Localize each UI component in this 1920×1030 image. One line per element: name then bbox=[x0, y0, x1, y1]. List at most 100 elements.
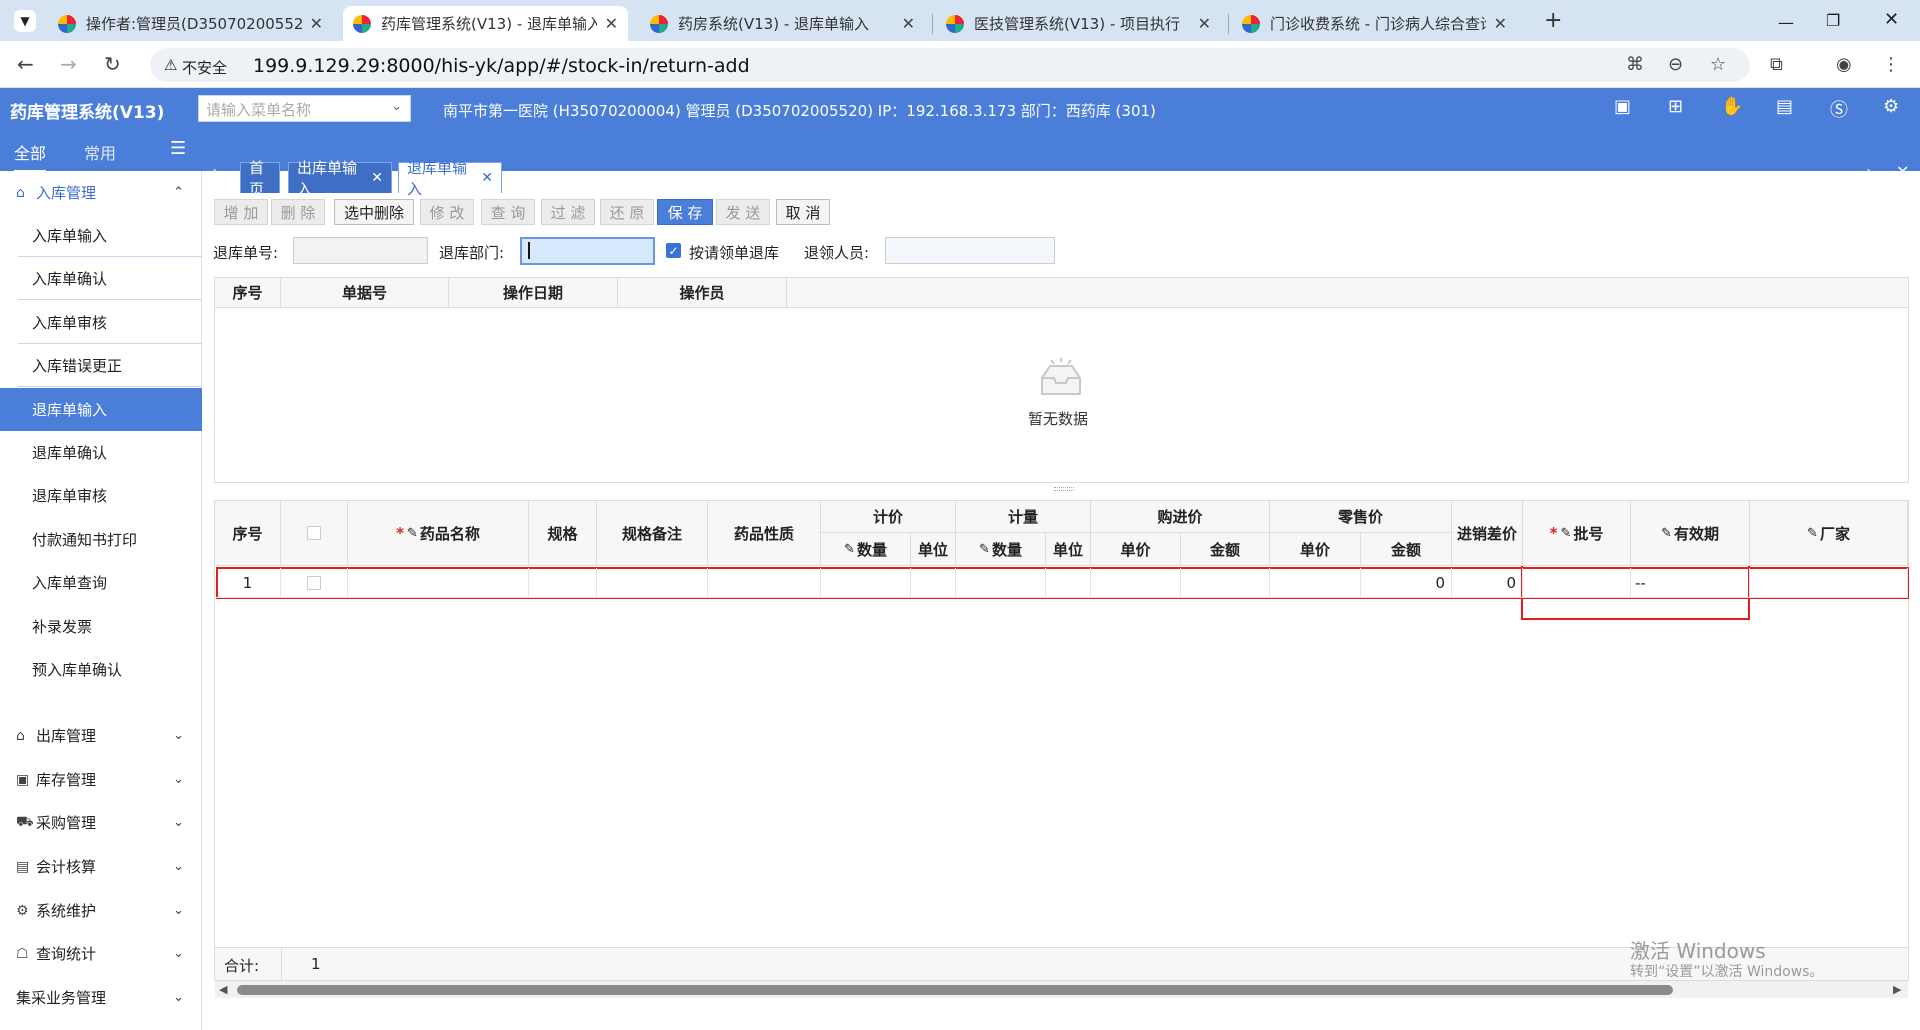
sidebar-group[interactable]: ▣ 库存管理 ⌄ bbox=[0, 758, 202, 801]
sidebar-group[interactable]: ⌂ 入库管理 ⌃ bbox=[0, 171, 202, 214]
si-icon[interactable]: Ⓢ bbox=[1830, 96, 1848, 122]
gear-icon[interactable]: ⚙ bbox=[1883, 96, 1899, 117]
monitor-icon[interactable]: ▣ bbox=[1614, 96, 1631, 117]
sidebar-item[interactable]: 付款通知书打印 bbox=[0, 518, 202, 561]
toolbar-button[interactable]: 修 改 bbox=[420, 199, 474, 225]
collapse-menu-icon[interactable]: ☰ bbox=[170, 138, 186, 159]
url-text[interactable]: 199.9.129.29:8000/his-yk/app/#/stock-in/… bbox=[253, 55, 750, 77]
restore-icon[interactable]: ❐ bbox=[1826, 11, 1840, 30]
lower-grid-header-retail[interactable]: 零售价 bbox=[1270, 501, 1452, 533]
tab-search-button[interactable]: ▼ bbox=[14, 10, 36, 32]
table-cell[interactable]: 1 bbox=[215, 568, 281, 598]
select-all-cell[interactable] bbox=[281, 501, 348, 566]
page-tab[interactable]: 出库单输入 ✕ bbox=[288, 159, 392, 198]
lower-grid-header-qty[interactable]: ✎ 数量 bbox=[956, 533, 1046, 566]
upper-grid-header-cell[interactable]: 单据号 bbox=[281, 278, 449, 308]
table-cell[interactable] bbox=[529, 568, 597, 598]
security-label[interactable]: 不安全 bbox=[182, 57, 227, 78]
scroll-left-icon[interactable]: ◀ bbox=[219, 983, 227, 996]
reload-icon[interactable]: ↻ bbox=[104, 52, 121, 76]
close-page-tab-icon[interactable]: ✕ bbox=[481, 170, 493, 186]
toolbar-button[interactable]: 保 存 bbox=[657, 199, 713, 225]
toolbar-button[interactable]: 取 消 bbox=[776, 199, 830, 225]
close-tab-icon[interactable]: ✕ bbox=[902, 14, 915, 33]
browser-menu-icon[interactable]: ⋮ bbox=[1882, 54, 1900, 75]
lower-grid-header-measure[interactable]: 计量 bbox=[956, 501, 1091, 533]
lower-grid-header-seq[interactable]: 序号 bbox=[215, 501, 281, 566]
table-cell[interactable] bbox=[1181, 568, 1270, 598]
lower-grid-header-unit[interactable]: 单位 bbox=[911, 533, 956, 566]
person-input[interactable] bbox=[885, 237, 1055, 264]
close-tab-icon[interactable]: ✕ bbox=[310, 14, 323, 33]
lower-grid-header-pricing[interactable]: 计价 bbox=[821, 501, 956, 533]
page-tab[interactable]: 首页 bbox=[240, 159, 280, 198]
lower-grid-header-amount[interactable]: 金额 bbox=[1361, 533, 1452, 566]
document-icon[interactable]: ▤ bbox=[1776, 96, 1793, 117]
scroll-right-icon[interactable]: ▶ bbox=[1893, 983, 1901, 996]
toolbar-button[interactable]: 查 询 bbox=[481, 199, 535, 225]
table-cell[interactable] bbox=[597, 568, 708, 598]
menu-search-input[interactable]: 请输入菜单名称 ⌄ bbox=[198, 95, 411, 122]
table-cell[interactable] bbox=[281, 568, 348, 598]
sidebar-item[interactable]: 入库单审核 bbox=[0, 301, 202, 344]
upper-grid-header-cell[interactable]: 操作员 bbox=[618, 278, 787, 308]
sidebar-tab-all[interactable]: 全部 bbox=[14, 140, 47, 172]
lower-grid-header-drug-name[interactable]: * ✎ 药品名称 bbox=[348, 501, 529, 566]
sidebar-item[interactable]: 退库单审核 bbox=[0, 474, 202, 517]
toolbar-button[interactable]: 还 原 bbox=[600, 199, 654, 225]
row-checkbox[interactable] bbox=[307, 575, 321, 590]
lower-grid-header-unit[interactable]: 单位 bbox=[1046, 533, 1091, 566]
lower-grid-header-unit-price[interactable]: 单价 bbox=[1091, 533, 1181, 566]
sidebar-item[interactable]: 预入库单确认 bbox=[0, 648, 202, 691]
presentation-icon[interactable]: ⊞ bbox=[1668, 96, 1683, 117]
close-window-icon[interactable]: ✕ bbox=[1884, 9, 1899, 30]
lower-grid-header-batch[interactable]: * ✎ 批号 bbox=[1523, 501, 1631, 566]
sidebar-group[interactable]: ☖ 查询统计 ⌄ bbox=[0, 932, 202, 975]
lower-grid-header-maker[interactable]: ✎ 厂家 bbox=[1750, 501, 1908, 566]
hand-icon[interactable]: ✋ bbox=[1721, 96, 1743, 117]
zoom-icon[interactable]: ⊖ bbox=[1668, 54, 1683, 75]
table-cell[interactable] bbox=[1046, 568, 1091, 598]
table-cell[interactable] bbox=[1750, 568, 1908, 598]
new-tab-icon[interactable]: + bbox=[1544, 8, 1562, 33]
toolbar-button[interactable]: 过 滤 bbox=[541, 199, 595, 225]
upper-grid-header-cell[interactable]: 操作日期 bbox=[449, 278, 618, 308]
scrollbar-thumb[interactable] bbox=[237, 985, 1673, 995]
sidebar-item[interactable]: 入库单确认 bbox=[0, 257, 202, 300]
by-request-checkbox[interactable]: ✓ bbox=[666, 243, 681, 258]
tabs-close-all-icon[interactable]: ✕ bbox=[1896, 162, 1909, 181]
sidebar-item[interactable]: 补录发票 bbox=[0, 605, 202, 648]
toolbar-button[interactable]: 增 加 bbox=[214, 199, 268, 225]
browser-tab[interactable]: 药房系统(V13) - 退库单输入 ✕ bbox=[640, 6, 925, 41]
tabs-left-icon[interactable]: ‹ bbox=[210, 162, 217, 183]
table-cell[interactable] bbox=[1270, 568, 1361, 598]
browser-tab[interactable]: 门诊收费系统 - 门诊病人综合查询 ✕ bbox=[1232, 6, 1517, 41]
sidebar-item[interactable]: 退库单输入 bbox=[0, 387, 202, 431]
warning-icon[interactable]: ⚠ bbox=[164, 56, 177, 74]
splitter-handle[interactable] bbox=[1054, 487, 1074, 491]
lower-grid-header-expiry[interactable]: ✎ 有效期 bbox=[1631, 501, 1750, 566]
toolbar-button[interactable]: 删 除 bbox=[271, 199, 325, 225]
toolbar-button[interactable]: 选中删除 bbox=[334, 199, 414, 225]
table-cell[interactable] bbox=[956, 568, 1046, 598]
table-cell[interactable] bbox=[708, 568, 821, 598]
toolbar-button[interactable]: 发 送 bbox=[716, 199, 770, 225]
forward-icon[interactable]: → bbox=[60, 52, 77, 76]
table-cell[interactable]: -- bbox=[1631, 568, 1750, 598]
lower-grid-header-drug-nature[interactable]: 药品性质 bbox=[708, 501, 821, 566]
dept-input[interactable] bbox=[520, 237, 655, 265]
lower-grid-header-amount[interactable]: 金额 bbox=[1181, 533, 1270, 566]
lower-grid-header-purchase[interactable]: 购进价 bbox=[1091, 501, 1270, 533]
sidebar-group[interactable]: ⚙ 系统维护 ⌄ bbox=[0, 889, 202, 932]
close-tab-icon[interactable]: ✕ bbox=[1494, 14, 1507, 33]
profile-icon[interactable]: ◉ bbox=[1836, 54, 1852, 75]
close-page-tab-icon[interactable]: ✕ bbox=[371, 170, 383, 186]
sidebar-group[interactable]: ⛟ 采购管理 ⌄ bbox=[0, 801, 202, 844]
browser-tab[interactable]: 药库管理系统(V13) - 退库单输入 ✕ bbox=[343, 6, 628, 41]
browser-tab[interactable]: 操作者:管理员(D350702005520) ✕ bbox=[48, 6, 333, 41]
lower-grid-header-qty[interactable]: ✎ 数量 bbox=[821, 533, 911, 566]
close-tab-icon[interactable]: ✕ bbox=[1198, 14, 1211, 33]
translate-icon[interactable]: ⌘ bbox=[1626, 54, 1644, 75]
sidebar-tab-common[interactable]: 常用 bbox=[84, 140, 116, 164]
sidebar-item[interactable]: 入库错误更正 bbox=[0, 344, 202, 387]
